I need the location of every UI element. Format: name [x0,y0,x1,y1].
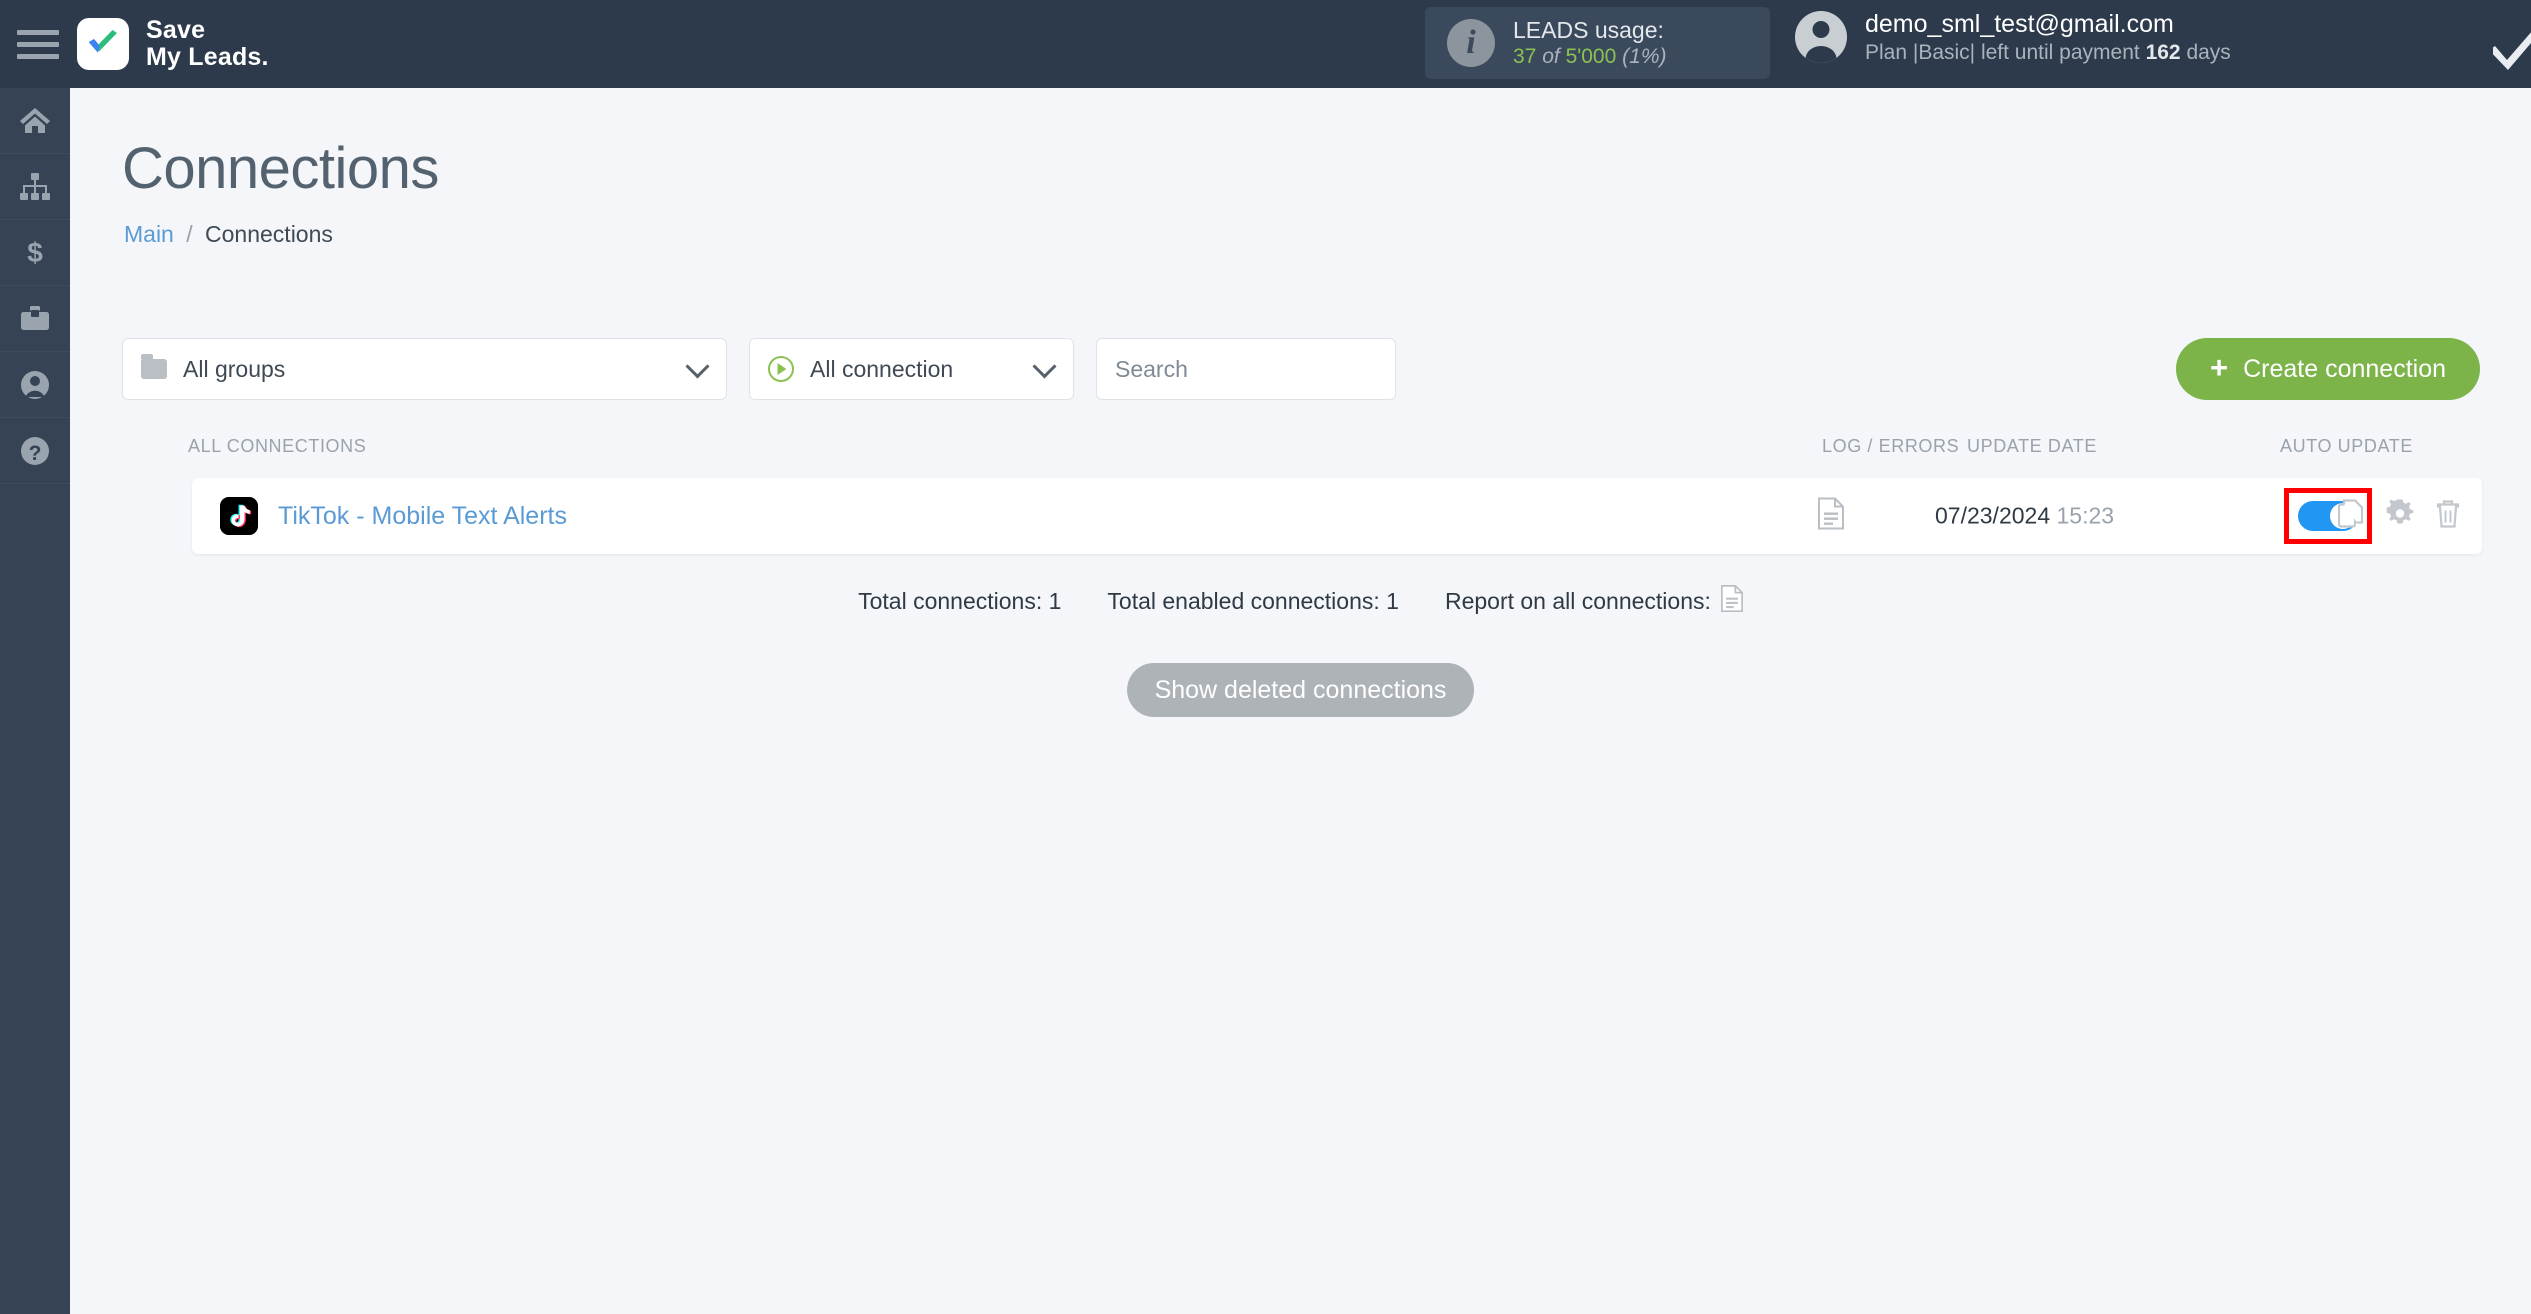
burger-line [17,41,59,47]
home-icon [19,105,51,137]
question-circle-icon: ? [19,435,51,467]
document-report-icon[interactable] [1720,585,1743,618]
leads-of-word: of [1542,45,1560,69]
breadcrumb-current: Connections [205,221,333,247]
top-header-bar: Save My Leads. i LEADS usage: 37 of 5'00… [0,0,2531,88]
column-header-update-date: UPDATE DATE [1967,436,2097,456]
sidebar-item-home[interactable] [0,88,70,154]
account-panel[interactable]: demo_sml_test@gmail.com Plan |Basic| lef… [1795,8,2231,67]
total-connections-label: Total connections: 1 [858,588,1062,614]
leads-usage-panel[interactable]: i LEADS usage: 37 of 5'000 (1%) [1425,7,1770,79]
svg-text:?: ? [29,442,42,465]
connection-filter-select[interactable]: All connection [749,338,1074,400]
tiktok-logo-icon [220,497,258,535]
leads-used-value: 37 [1513,45,1537,69]
create-connection-button[interactable]: + Create connection [2175,338,2480,400]
main-content: Connections Main / Connections All group… [70,88,2531,1314]
sidebar-item-business[interactable] [0,286,70,352]
checkmark-logo-icon [77,18,129,70]
brand-logo[interactable]: Save My Leads. [77,17,269,71]
left-sidebar: $ ? [0,88,70,1314]
row-actions [2337,496,2460,534]
account-plan: Plan |Basic| left until payment 162 days [1865,40,2231,67]
copy-icon[interactable] [2337,499,2364,534]
update-date-cell: 07/23/2024 15:23 [1935,503,2114,530]
page-title: Connections [122,136,439,201]
report-on-all-connections: Report on all connections: [1445,585,1743,618]
column-header-connections: ALL CONNECTIONS [188,436,367,456]
chevron-down-icon [1032,354,1057,379]
brand-line-1: Save [146,16,206,44]
play-circle-icon [768,356,794,382]
table-header-row: ALL CONNECTIONS LOG / ERRORS UPDATE DATE… [70,436,2531,470]
table-row: TikTok - Mobile Text Alerts 07/23/2024 1… [192,478,2482,554]
create-connection-label: Create connection [2243,354,2446,383]
update-time-value: 15:23 [2056,502,2115,529]
burger-line [17,29,59,35]
breadcrumb: Main / Connections [124,221,333,248]
info-icon: i [1447,19,1495,67]
sidebar-item-help[interactable]: ? [0,418,70,484]
account-days-value: 162 [2145,41,2181,64]
plus-icon: + [2209,350,2229,385]
brand-line-2: My Leads. [146,43,269,71]
report-label: Report on all connections: [1444,588,1711,614]
totals-summary: Total connections: 1 Total enabled conne… [70,585,2531,618]
sidebar-item-connections[interactable] [0,154,70,220]
trash-icon[interactable] [2436,499,2460,534]
show-deleted-connections-button[interactable]: Show deleted connections [1126,663,1475,717]
groups-filter-value: All groups [183,355,286,382]
user-circle-icon [19,369,51,401]
document-log-icon[interactable] [1818,497,1844,535]
search-input[interactable] [1096,338,1396,400]
user-avatar-icon [1795,11,1847,64]
brand-name: Save My Leads. [146,17,269,71]
leads-total-value: 5'000 [1565,45,1617,69]
connection-title-link[interactable]: TikTok - Mobile Text Alerts [278,502,567,531]
groups-filter-select[interactable]: All groups [122,338,727,400]
connection-name-cell: TikTok - Mobile Text Alerts [220,497,567,535]
filter-bar: All groups All connection [122,338,1396,400]
account-days-suffix: days [2186,41,2231,64]
update-date-value: 07/23/2024 [1935,502,2051,529]
sitemap-icon [19,171,51,203]
leads-percent: (1%) [1622,45,1667,69]
leads-usage-stat: 37 of 5'000 (1%) [1513,44,1666,70]
svg-text:$: $ [27,237,43,268]
column-header-auto-update: AUTO UPDATE [2280,436,2413,456]
gear-icon[interactable] [2386,496,2414,533]
total-enabled-connections-label: Total enabled connections: 1 [1107,588,1399,614]
briefcase-icon [19,303,51,335]
corner-checkmark-icon [2489,28,2531,72]
leads-usage-title: LEADS usage: [1513,16,1664,43]
sidebar-item-billing[interactable]: $ [0,220,70,286]
breadcrumb-link-main[interactable]: Main [124,221,174,247]
dollar-icon: $ [19,237,51,269]
hamburger-menu-icon[interactable] [17,28,59,60]
sidebar-item-profile[interactable] [0,352,70,418]
column-header-log-errors: LOG / ERRORS [1822,436,1960,456]
account-email: demo_sml_test@gmail.com [1865,10,2174,38]
burger-line [17,53,59,59]
connection-filter-value: All connection [810,355,954,382]
folder-icon [141,354,167,379]
account-plan-prefix: Plan |Basic| left until payment [1865,41,2140,64]
breadcrumb-separator: / [186,221,193,247]
chevron-down-icon [685,354,710,379]
